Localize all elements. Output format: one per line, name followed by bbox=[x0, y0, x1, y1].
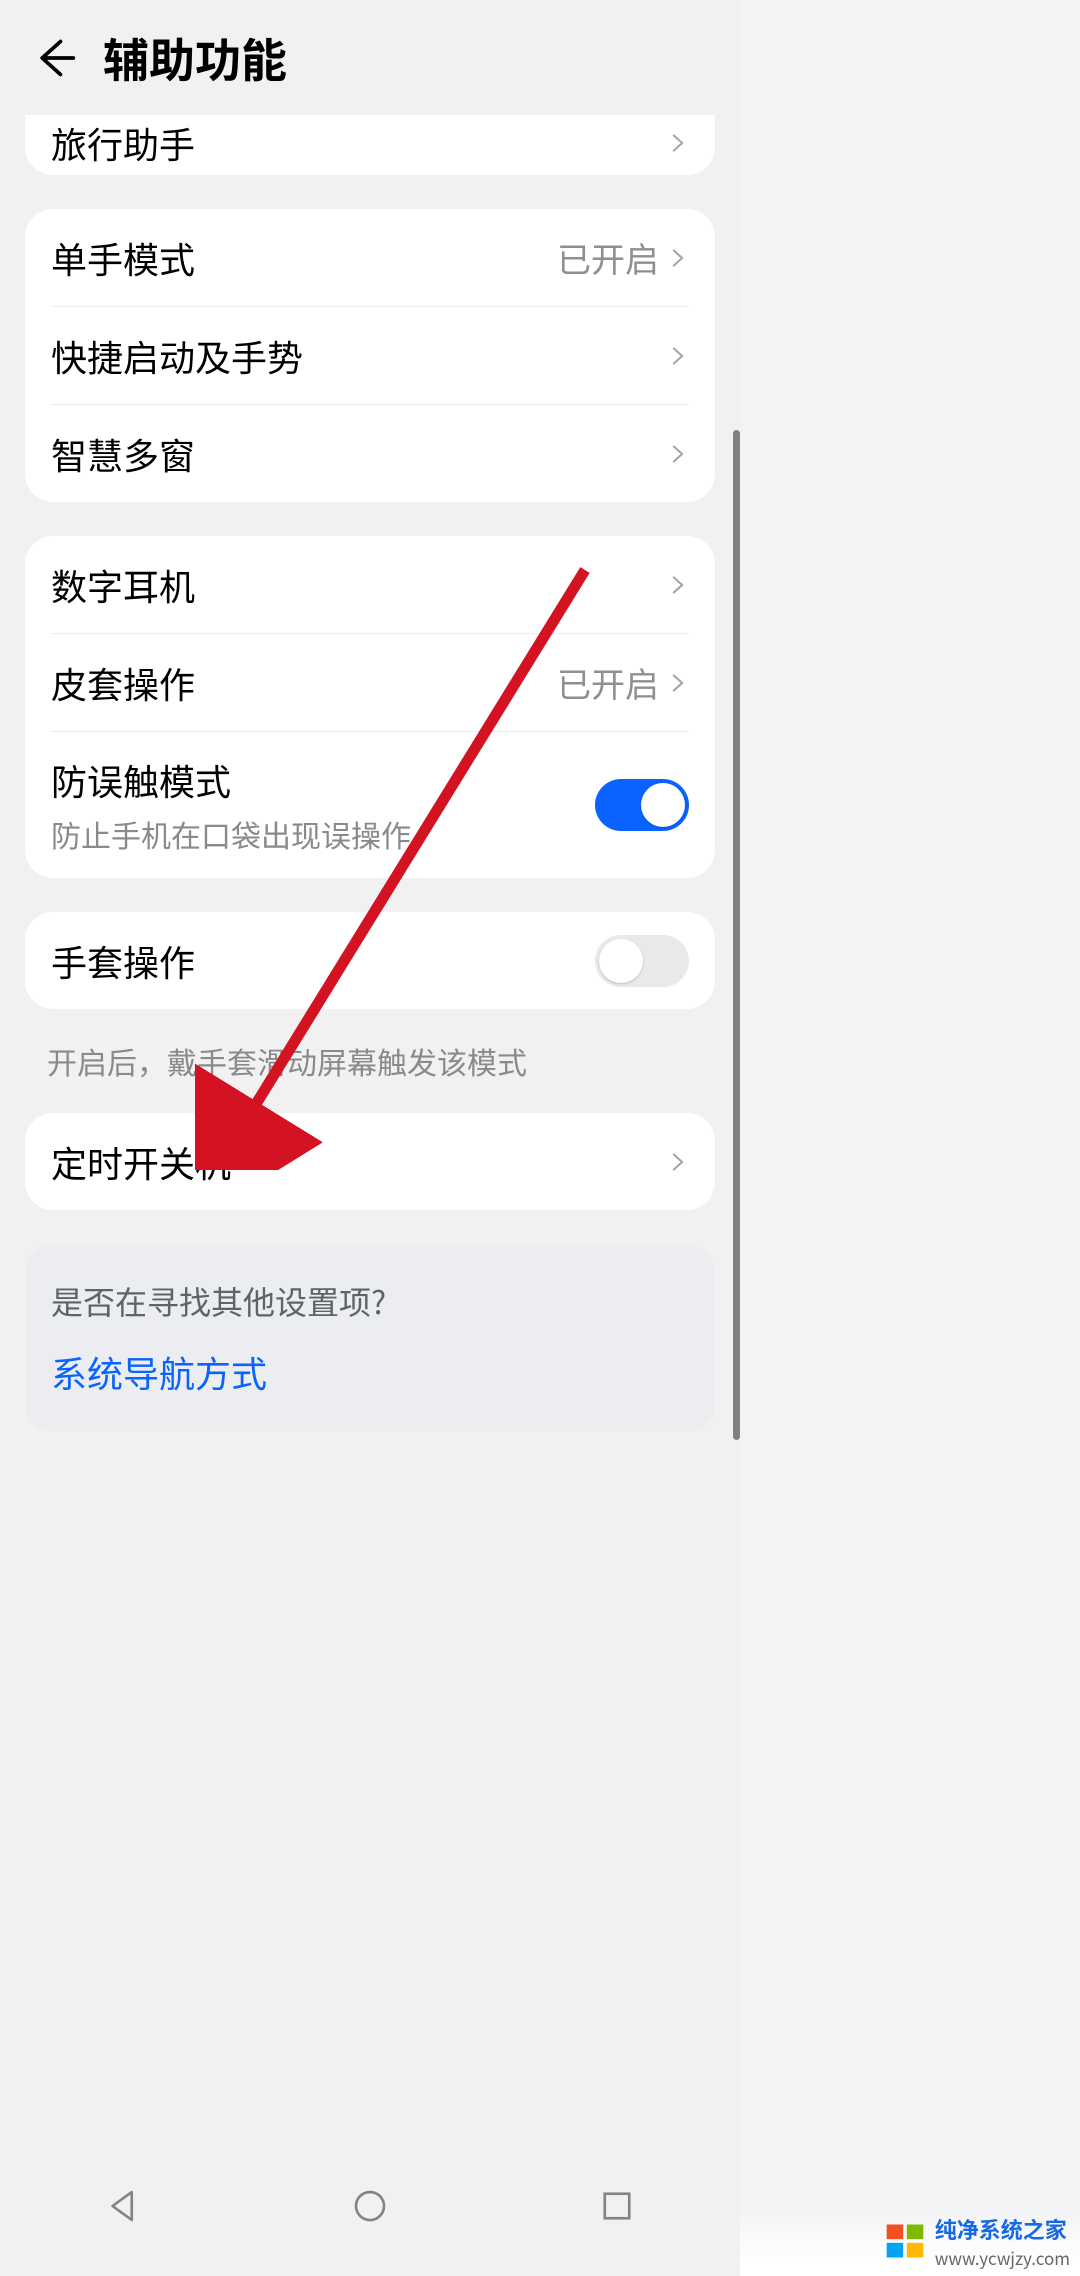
back-button[interactable] bbox=[25, 28, 85, 88]
row-glove-mode[interactable]: 手套操作 bbox=[25, 912, 715, 1009]
row-smart-multiwindow[interactable]: 智慧多窗 bbox=[25, 405, 715, 502]
windows-logo-icon bbox=[883, 2219, 927, 2263]
watermark-text: 纯净系统之家 www.ycwjzy.com bbox=[935, 2213, 1070, 2270]
row-label: 手套操作 bbox=[51, 935, 595, 987]
header: 辅助功能 bbox=[0, 0, 740, 115]
row-label: 旅行助手 bbox=[51, 117, 667, 169]
row-label: 定时开关机 bbox=[51, 1136, 667, 1188]
row-pocket-mode[interactable]: 防误触模式 防止手机在口袋出现误操作 bbox=[25, 732, 715, 878]
scrollbar[interactable] bbox=[733, 430, 740, 1440]
chevron-right-icon bbox=[667, 337, 689, 375]
suggestion-question: 是否在寻找其他设置项? bbox=[51, 1278, 689, 1324]
chevron-right-icon bbox=[667, 664, 689, 702]
row-travel-assistant[interactable]: 旅行助手 bbox=[25, 115, 715, 175]
toggle-glove-mode[interactable] bbox=[595, 935, 689, 987]
content: 旅行助手 单手模式 已开启 快捷启动及手势 bbox=[0, 115, 740, 1009]
chevron-right-icon bbox=[667, 239, 689, 277]
watermark: 纯净系统之家 www.ycwjzy.com bbox=[740, 2206, 1080, 2276]
row-label: 智慧多窗 bbox=[51, 428, 667, 480]
arrow-left-icon bbox=[33, 36, 77, 80]
card-scheduled-power: 定时开关机 bbox=[25, 1113, 715, 1210]
nav-recents-button[interactable] bbox=[587, 2176, 647, 2236]
card-travel-assistant: 旅行助手 bbox=[25, 115, 715, 175]
square-recents-icon bbox=[596, 2185, 638, 2227]
right-margin bbox=[740, 0, 1080, 2276]
row-digital-headphones[interactable]: 数字耳机 bbox=[25, 536, 715, 633]
card-hardware: 数字耳机 皮套操作 已开启 防误触模式 防止手机在口袋出现误操作 bbox=[25, 536, 715, 878]
row-label: 数字耳机 bbox=[51, 559, 667, 611]
card-gestures: 单手模式 已开启 快捷启动及手势 智慧多窗 bbox=[25, 209, 715, 502]
nav-home-button[interactable] bbox=[340, 2176, 400, 2236]
row-label: 防误触模式 bbox=[51, 754, 595, 806]
search-suggestion-card: 是否在寻找其他设置项? 系统导航方式 bbox=[25, 1244, 715, 1432]
chevron-right-icon bbox=[667, 435, 689, 473]
chevron-right-icon bbox=[667, 1143, 689, 1181]
row-subtitle: 防止手机在口袋出现误操作 bbox=[51, 812, 595, 856]
row-scheduled-power[interactable]: 定时开关机 bbox=[25, 1113, 715, 1210]
page-title: 辅助功能 bbox=[103, 25, 287, 91]
row-label: 皮套操作 bbox=[51, 657, 557, 709]
row-flip-cover[interactable]: 皮套操作 已开启 bbox=[25, 634, 715, 731]
row-label: 单手模式 bbox=[51, 232, 557, 284]
chevron-right-icon bbox=[667, 124, 689, 162]
toggle-pocket-mode[interactable] bbox=[595, 779, 689, 831]
settings-screen: 辅助功能 旅行助手 单手模式 已开启 快捷启动及手势 bbox=[0, 0, 740, 2276]
row-label: 快捷启动及手势 bbox=[51, 330, 667, 382]
suggestion-link[interactable]: 系统导航方式 bbox=[51, 1346, 689, 1398]
row-one-hand-mode[interactable]: 单手模式 已开启 bbox=[25, 209, 715, 306]
nav-back-button[interactable] bbox=[93, 2176, 153, 2236]
row-quick-launch-gestures[interactable]: 快捷启动及手势 bbox=[25, 307, 715, 404]
toggle-knob bbox=[641, 783, 685, 827]
row-value: 已开启 bbox=[557, 658, 659, 707]
toggle-knob bbox=[599, 939, 643, 983]
chevron-right-icon bbox=[667, 566, 689, 604]
row-value: 已开启 bbox=[557, 233, 659, 282]
glove-mode-description: 开启后，戴手套滑动屏幕触发该模式 bbox=[0, 1009, 740, 1113]
triangle-back-icon bbox=[102, 2185, 144, 2227]
card-gloves: 手套操作 bbox=[25, 912, 715, 1009]
system-nav-bar bbox=[0, 2136, 740, 2276]
circle-home-icon bbox=[349, 2185, 391, 2227]
